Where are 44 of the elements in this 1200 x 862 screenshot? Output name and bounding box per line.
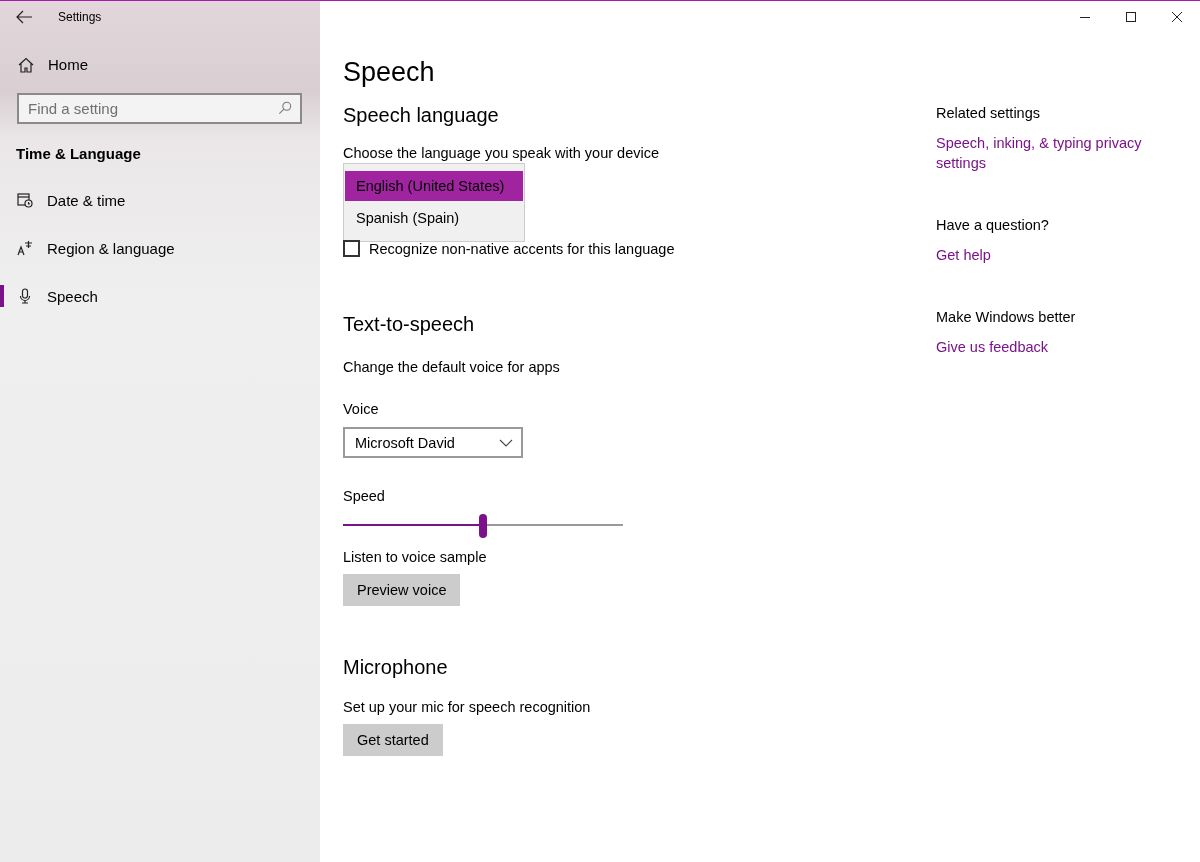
back-arrow-icon[interactable]: [16, 10, 32, 24]
help-link[interactable]: Get help: [936, 245, 1166, 265]
sidebar-item[interactable]: Speech: [0, 272, 320, 320]
sidebar-item-label: Speech: [47, 287, 98, 305]
preview-voice-button[interactable]: Preview voice: [343, 574, 461, 606]
window-title: Settings: [58, 10, 102, 24]
search-icon: [278, 101, 292, 115]
speed-label: Speed: [343, 488, 386, 504]
maximize-icon: [1126, 12, 1136, 22]
home-nav-item[interactable]: Home: [18, 56, 320, 73]
page-title: Speech: [343, 57, 436, 88]
section-heading: Time & Language: [16, 145, 142, 162]
calendar-clock-icon: [17, 192, 33, 208]
checkbox-label: Recognize non-native accents for this language: [369, 240, 675, 257]
description: Choose the language you speak with your device: [343, 145, 660, 161]
description: Listen to voice sample: [343, 549, 488, 565]
description: Change the default voice for apps: [343, 359, 561, 375]
sidebar-item[interactable]: Region & language: [0, 224, 320, 272]
get-started-button[interactable]: Get started: [343, 724, 443, 756]
sidebar-item-label: Date & time: [47, 191, 126, 209]
close-icon: [1172, 12, 1182, 22]
voice-dropdown[interactable]: Microsoft David: [343, 427, 523, 458]
section-heading: Speech language: [343, 104, 500, 127]
speed-slider[interactable]: [343, 514, 623, 536]
sidebar-item[interactable]: Date & time: [0, 176, 320, 224]
microphone-icon: [17, 288, 33, 304]
related-heading: Related settings: [936, 105, 1041, 121]
section-heading: Microphone: [343, 656, 449, 679]
dropdown-option[interactable]: Spanish (Spain): [345, 203, 523, 233]
help-link[interactable]: Speech, inking, & typing privacy settings: [936, 133, 1166, 173]
sidebar-item-label: Region & language: [47, 239, 175, 257]
checkbox[interactable]: [343, 240, 360, 257]
home-icon: [18, 56, 34, 73]
search-field[interactable]: Find a setting: [17, 93, 302, 124]
home-label: Home: [48, 56, 88, 73]
section-heading: Text-to-speech: [343, 313, 476, 336]
slider-thumb[interactable]: [479, 514, 487, 538]
chevron-down-icon: [499, 438, 513, 447]
related-heading: Make Windows better: [936, 309, 1077, 325]
related-heading: Have a question?: [936, 217, 1050, 233]
voice-label: Voice: [343, 401, 380, 417]
help-link[interactable]: Give us feedback: [936, 337, 1166, 357]
description: Set up your mic for speech recognition: [343, 699, 592, 715]
language-icon: [17, 240, 33, 256]
